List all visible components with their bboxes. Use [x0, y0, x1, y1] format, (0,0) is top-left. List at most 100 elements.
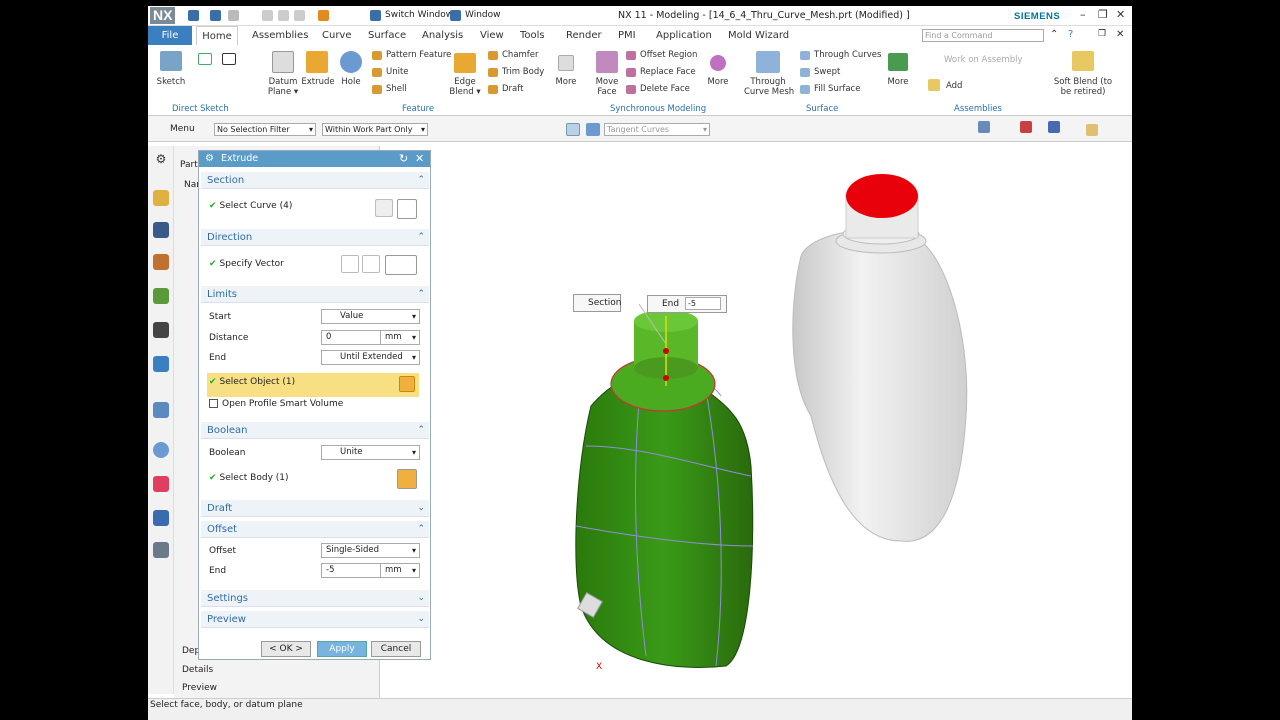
web-browser-icon[interactable]: [153, 356, 169, 372]
constraint-navigator-icon[interactable]: [153, 222, 169, 238]
close-icon[interactable]: ✕: [1116, 8, 1125, 21]
move-face-button[interactable]: Move Face: [592, 77, 622, 97]
restore-icon[interactable]: ❐: [1098, 8, 1108, 21]
redo-icon[interactable]: [228, 10, 239, 21]
edge-blend-button[interactable]: Edge Blend ▾: [446, 77, 484, 97]
apply-button[interactable]: Apply: [317, 641, 367, 657]
chevron-up-icon[interactable]: ⌃: [1050, 29, 1058, 40]
settings-gear-icon[interactable]: ⚙: [153, 152, 169, 168]
expand-icon[interactable]: ⌄: [417, 611, 425, 628]
body-select-icon[interactable]: [397, 469, 417, 489]
tab-mold-wizard[interactable]: Mold Wizard: [724, 26, 793, 45]
system-materials-icon[interactable]: [153, 542, 169, 558]
select-body-row[interactable]: ✔ Select Body (1): [209, 473, 289, 483]
limits-header[interactable]: Limits ⌃: [201, 286, 429, 303]
chamfer-icon[interactable]: [488, 51, 498, 60]
menu-button[interactable]: Menu: [170, 124, 195, 134]
offset-region-button[interactable]: Offset Region: [640, 50, 697, 60]
highlight-icon[interactable]: [566, 123, 580, 136]
replace-face-button[interactable]: Replace Face: [640, 67, 696, 77]
collapse-icon[interactable]: ⌃: [417, 521, 425, 538]
layer-icon[interactable]: [1020, 121, 1032, 133]
unite-button[interactable]: Unite: [386, 67, 409, 77]
render-style-icon[interactable]: [1048, 121, 1060, 133]
more-surface-button[interactable]: More: [884, 77, 912, 87]
datum-plane-button[interactable]: Datum Plane ▾: [264, 77, 302, 97]
tab-view[interactable]: View: [476, 26, 508, 45]
curve-select-icon[interactable]: [397, 199, 417, 219]
specify-vector-row[interactable]: ✔ Specify Vector: [209, 259, 284, 269]
fill-surface-button[interactable]: Fill Surface: [814, 84, 860, 94]
more-sync-button[interactable]: More: [704, 77, 732, 87]
hole-button[interactable]: Hole: [336, 77, 366, 87]
soft-blend-icon[interactable]: [1072, 51, 1094, 71]
tab-surface[interactable]: Surface: [364, 26, 410, 45]
switch-window-icon[interactable]: [370, 10, 381, 21]
hd3d-tools-icon[interactable]: [153, 322, 169, 338]
pattern-icon[interactable]: [372, 51, 382, 60]
offset-region-icon[interactable]: [626, 51, 636, 60]
graphics-window[interactable]: X Section End -5: [381, 146, 1132, 698]
swept-icon[interactable]: [800, 68, 810, 77]
add-icon[interactable]: [928, 79, 940, 91]
swept-button[interactable]: Swept: [814, 67, 840, 77]
chamfer-button[interactable]: Chamfer: [502, 50, 539, 60]
rectangle-icon[interactable]: [222, 53, 236, 65]
window-menu[interactable]: Window: [465, 10, 501, 20]
hole-icon[interactable]: [340, 51, 362, 73]
select-object-label-row[interactable]: ✔ Select Object (1): [209, 377, 295, 387]
window-icon[interactable]: [450, 10, 461, 21]
paste-icon[interactable]: [294, 10, 305, 21]
end-value-input[interactable]: -5: [684, 297, 721, 310]
delete-face-button[interactable]: Delete Face: [640, 84, 690, 94]
replace-face-icon[interactable]: [626, 68, 636, 77]
trim-body-button[interactable]: Trim Body: [502, 67, 544, 77]
boolean-dropdown[interactable]: Unite: [321, 445, 420, 460]
more-feature-button[interactable]: More: [552, 77, 580, 87]
expand-icon[interactable]: ⌄: [417, 590, 425, 607]
line-icon[interactable]: [198, 53, 212, 65]
undo-icon[interactable]: [210, 10, 221, 21]
assembly-navigator-icon[interactable]: [153, 190, 169, 206]
cube-select-icon[interactable]: [399, 376, 415, 392]
extrude-gear-icon[interactable]: ⚙: [205, 153, 214, 164]
more-sync-icon[interactable]: [710, 55, 726, 71]
trim-body-icon[interactable]: [488, 68, 498, 77]
end-type-dropdown[interactable]: Until Extended: [321, 350, 420, 365]
preview-header[interactable]: Preview ⌄: [201, 611, 429, 628]
open-profile-checkbox[interactable]: [209, 399, 218, 408]
distance-input[interactable]: 0: [321, 330, 381, 345]
select-body-icon[interactable]: [586, 123, 600, 136]
through-curve-mesh-button[interactable]: Through Curve Mesh: [744, 77, 794, 97]
section-header[interactable]: Section ⌃: [201, 172, 429, 189]
copy-icon[interactable]: [278, 10, 289, 21]
preview-panel[interactable]: Preview: [182, 683, 217, 693]
process-studio-icon[interactable]: [153, 476, 169, 492]
extrude-button[interactable]: Extrude: [300, 77, 336, 87]
find-command-input[interactable]: Find a Command: [922, 29, 1044, 42]
reset-icon[interactable]: ↻: [399, 152, 408, 165]
minimize-icon[interactable]: –: [1080, 8, 1086, 21]
sketch-button[interactable]: Sketch: [154, 77, 188, 87]
clock-icon[interactable]: [153, 442, 169, 458]
vector-type-dropdown[interactable]: [385, 255, 417, 275]
tab-assemblies[interactable]: Assemblies: [248, 26, 312, 45]
fill-surface-icon[interactable]: [800, 85, 810, 94]
direction-header[interactable]: Direction ⌃: [201, 229, 429, 246]
draft-icon[interactable]: [488, 85, 498, 94]
delete-face-icon[interactable]: [626, 85, 636, 94]
offset-unit-dropdown[interactable]: mm: [380, 563, 420, 578]
soft-blend-button[interactable]: Soft Blend (to be retired): [1048, 77, 1118, 97]
command-finder-icon[interactable]: [318, 10, 329, 21]
through-curves-button[interactable]: Through Curves: [814, 50, 881, 60]
move-face-icon[interactable]: [596, 51, 618, 73]
collapse-icon[interactable]: ⌃: [417, 172, 425, 189]
tab-curve[interactable]: Curve: [318, 26, 356, 45]
settings-header[interactable]: Settings ⌄: [201, 590, 429, 607]
sketch-icon[interactable]: [160, 51, 182, 71]
tab-file[interactable]: File: [148, 26, 192, 45]
expand-icon[interactable]: ⌄: [417, 500, 425, 517]
curve-rule-dropdown[interactable]: Tangent Curves: [604, 123, 710, 136]
offset-type-dropdown[interactable]: Single-Sided: [321, 543, 420, 558]
pattern-feature-button[interactable]: Pattern Feature: [386, 50, 451, 60]
